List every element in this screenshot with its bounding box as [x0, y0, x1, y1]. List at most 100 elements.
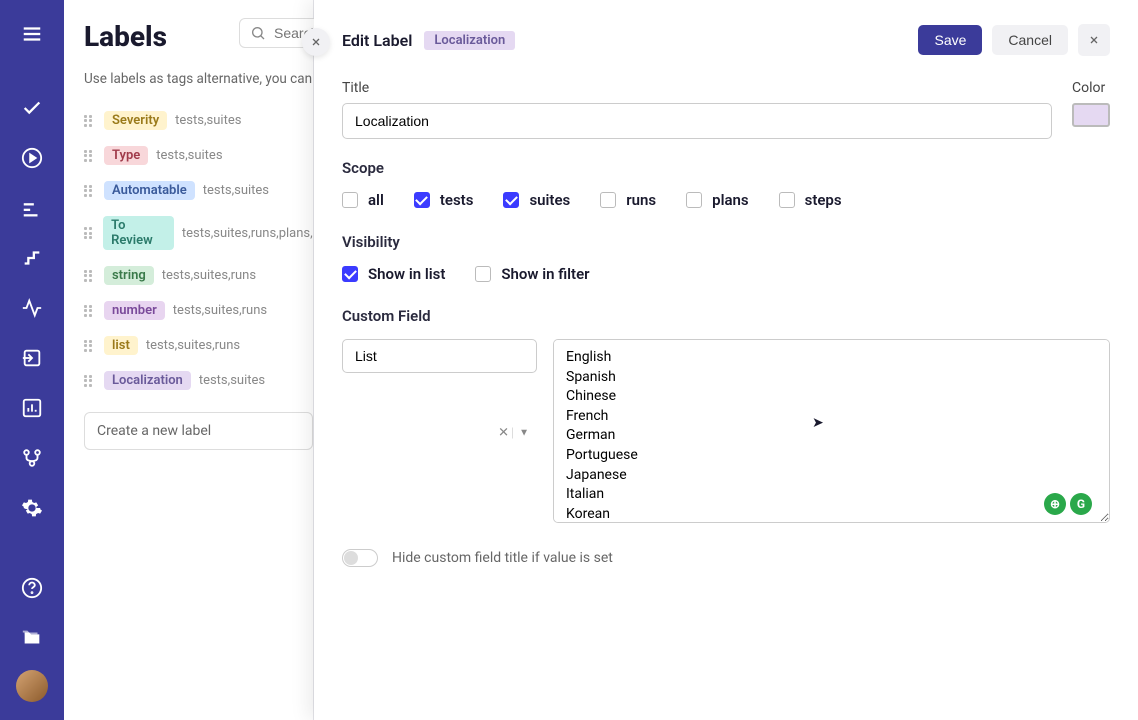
- checkbox-label: Show in list: [368, 265, 445, 283]
- label-tag[interactable]: string: [104, 266, 154, 285]
- scope-label: Scope: [342, 159, 1110, 177]
- checkbox-icon[interactable]: [503, 192, 519, 208]
- label-row[interactable]: Type tests,suites: [84, 138, 313, 173]
- label-usage: tests,suites: [203, 183, 269, 198]
- checkbox-label: tests: [440, 191, 474, 209]
- visibility-label: Visibility: [342, 233, 1110, 251]
- drag-handle-icon[interactable]: [84, 227, 95, 239]
- hide-title-toggle[interactable]: [342, 549, 378, 567]
- label-tag[interactable]: Severity: [104, 111, 167, 130]
- clear-icon[interactable]: ✕: [498, 426, 509, 441]
- checkbox-icon[interactable]: [342, 192, 358, 208]
- chevron-down-icon[interactable]: ▼: [512, 428, 529, 439]
- main-area: Labels Use labels as tags alternative, y…: [64, 0, 1138, 720]
- visibility-checkboxes: Show in list Show in filter: [342, 265, 1110, 283]
- create-label-button[interactable]: Create a new label: [84, 412, 313, 450]
- label-row[interactable]: Severity tests,suites: [84, 103, 313, 138]
- checkbox-icon[interactable]: [600, 192, 616, 208]
- label-tag[interactable]: list: [104, 336, 138, 355]
- cf-type-input[interactable]: [342, 339, 537, 373]
- checkbox-icon[interactable]: [779, 192, 795, 208]
- hint-text: Use labels as tags alternative, you can …: [84, 71, 313, 87]
- label-row[interactable]: number tests,suites,runs: [84, 293, 313, 328]
- label-usage: tests,suites: [175, 113, 241, 128]
- title-input[interactable]: [342, 103, 1052, 139]
- label-tag[interactable]: number: [104, 301, 165, 320]
- avatar[interactable]: [16, 670, 48, 702]
- dashboard-icon[interactable]: [14, 390, 50, 426]
- save-button[interactable]: Save: [918, 25, 982, 55]
- labels-panel: Labels Use labels as tags alternative, y…: [64, 0, 314, 720]
- checkbox-icon[interactable]: [414, 192, 430, 208]
- cf-values-textarea[interactable]: [553, 339, 1110, 523]
- scope-runs-checkbox[interactable]: runs: [600, 191, 656, 209]
- activity-icon[interactable]: [14, 290, 50, 326]
- cf-type-select[interactable]: ✕ ▼: [342, 339, 537, 527]
- scope-tests-checkbox[interactable]: tests: [414, 191, 474, 209]
- drag-handle-icon[interactable]: [84, 150, 96, 162]
- label-usage: tests,suites,runs: [146, 338, 240, 353]
- checkbox-icon[interactable]: [475, 266, 491, 282]
- import-icon[interactable]: [14, 340, 50, 376]
- label-usage: tests,suites,runs,plans,st: [182, 226, 313, 241]
- scope-plans-checkbox[interactable]: plans: [686, 191, 748, 209]
- edit-panel: Edit Label Localization Save Cancel Titl…: [314, 0, 1138, 720]
- gear-icon[interactable]: [14, 490, 50, 526]
- hide-title-row: Hide custom field title if value is set: [342, 549, 1110, 567]
- visibility-filter-checkbox[interactable]: Show in filter: [475, 265, 589, 283]
- check-icon[interactable]: [14, 90, 50, 126]
- checkbox-icon[interactable]: [342, 266, 358, 282]
- drag-handle-icon[interactable]: [84, 340, 96, 352]
- scope-all-checkbox[interactable]: all: [342, 191, 384, 209]
- visibility-list-checkbox[interactable]: Show in list: [342, 265, 445, 283]
- drag-handle-icon[interactable]: [84, 185, 96, 197]
- close-icon: [1088, 34, 1100, 46]
- panel-heading: Edit Label: [342, 31, 412, 50]
- label-row[interactable]: string tests,suites,runs: [84, 258, 313, 293]
- extension-icon[interactable]: ⊕: [1044, 493, 1066, 515]
- checkbox-label: runs: [626, 191, 656, 209]
- label-row[interactable]: To Review tests,suites,runs,plans,st: [84, 208, 313, 258]
- drag-handle-icon[interactable]: [84, 305, 96, 317]
- label-tag[interactable]: Type: [104, 146, 148, 165]
- label-tag[interactable]: Localization: [104, 371, 191, 390]
- branch-icon[interactable]: [14, 440, 50, 476]
- cf-values-wrap: ⊕ G: [553, 339, 1110, 527]
- cancel-button[interactable]: Cancel: [992, 25, 1068, 55]
- close-icon: [310, 36, 322, 48]
- label-usage: tests,suites,runs: [173, 303, 267, 318]
- main-nav: [0, 0, 64, 720]
- hide-title-label: Hide custom field title if value is set: [392, 550, 613, 566]
- drag-handle-icon[interactable]: [84, 375, 96, 387]
- label-tag[interactable]: To Review: [103, 216, 174, 250]
- panel-label-tag: Localization: [424, 31, 515, 50]
- menu-icon[interactable]: [14, 16, 50, 52]
- checkbox-label: plans: [712, 191, 748, 209]
- scope-suites-checkbox[interactable]: suites: [503, 191, 570, 209]
- bars-icon[interactable]: [14, 190, 50, 226]
- label-usage: tests,suites: [156, 148, 222, 163]
- folder-icon[interactable]: [14, 620, 50, 656]
- label-row[interactable]: Localizationtests,suites: [84, 363, 313, 398]
- custom-field-label: Custom Field: [342, 307, 1110, 325]
- play-icon[interactable]: [14, 140, 50, 176]
- checkbox-icon[interactable]: [686, 192, 702, 208]
- search-icon: [250, 25, 266, 41]
- close-panel-button[interactable]: [302, 28, 330, 56]
- scope-steps-checkbox[interactable]: steps: [779, 191, 842, 209]
- label-usage: tests,suites,runs: [162, 268, 256, 283]
- label-tag[interactable]: Automatable: [104, 181, 195, 200]
- drag-handle-icon[interactable]: [84, 115, 96, 127]
- help-icon[interactable]: [14, 570, 50, 606]
- steps-icon[interactable]: [14, 240, 50, 276]
- grammarly-icon[interactable]: G: [1070, 493, 1092, 515]
- drag-handle-icon[interactable]: [84, 270, 96, 282]
- title-row: Title Color: [342, 80, 1110, 139]
- color-label: Color: [1072, 80, 1110, 96]
- label-row[interactable]: list tests,suites,runs: [84, 328, 313, 363]
- checkbox-label: all: [368, 191, 384, 209]
- label-row[interactable]: Automatable tests,suites: [84, 173, 313, 208]
- close-button[interactable]: [1078, 24, 1110, 56]
- color-picker[interactable]: [1072, 103, 1110, 127]
- checkbox-label: steps: [805, 191, 842, 209]
